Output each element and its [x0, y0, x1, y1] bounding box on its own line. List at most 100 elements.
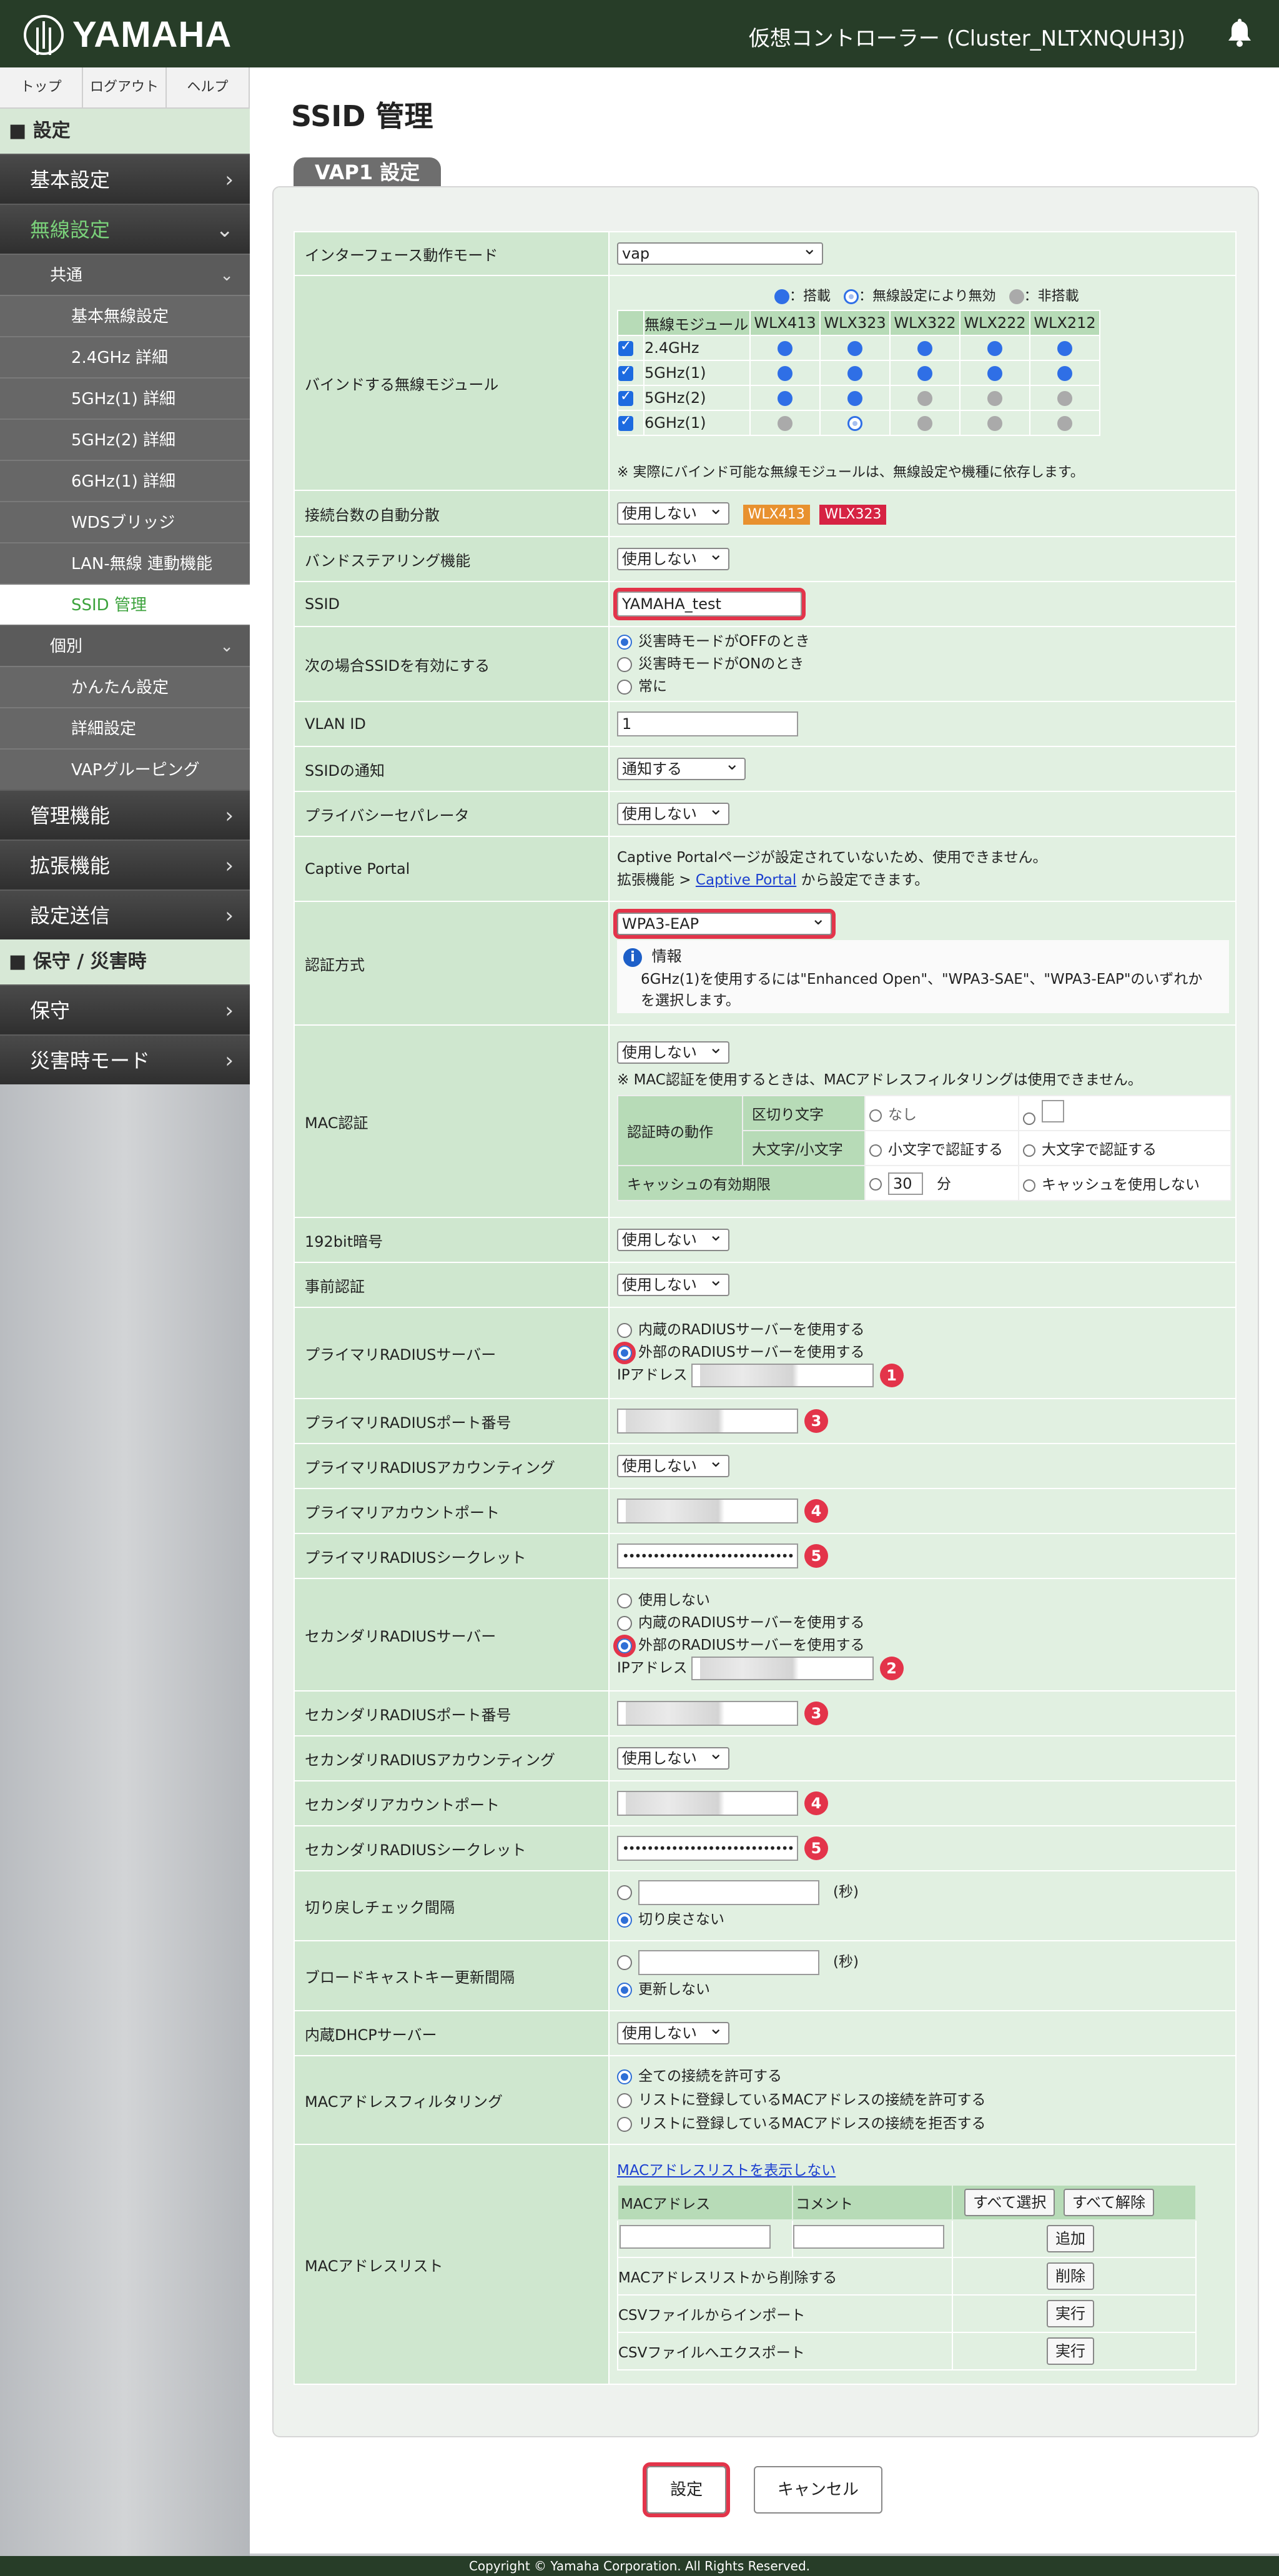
nav-help[interactable]: ヘルプ — [167, 67, 250, 107]
radio-icon[interactable] — [617, 1982, 632, 1998]
radio-icon[interactable] — [617, 1593, 632, 1608]
remove-button[interactable]: 削除 — [1047, 2262, 1094, 2290]
export-run-button[interactable]: 実行 — [1047, 2337, 1094, 2365]
secondary-port-input[interactable] — [617, 1701, 798, 1726]
radio-icon[interactable] — [617, 679, 632, 695]
add-button[interactable]: 追加 — [1047, 2225, 1094, 2252]
privacy-select[interactable]: 使用しない — [617, 799, 729, 825]
sidebar-item-ext[interactable]: 拡張機能 › — [0, 840, 250, 889]
dhcp-select[interactable]: 使用しない — [617, 2018, 729, 2044]
sidebar-item-wds[interactable]: WDSブリッジ — [0, 501, 250, 542]
bit192-select[interactable]: 使用しない — [617, 1225, 729, 1251]
bind-24ghz-checkbox[interactable] — [618, 339, 633, 356]
ssid-enable-always-option[interactable]: 常に — [617, 675, 1235, 698]
apply-button[interactable]: 設定 — [643, 2462, 731, 2517]
radio-icon[interactable] — [617, 2116, 632, 2132]
secondary-secret-input[interactable]: •••••••••••••••••••••••••••• — [617, 1836, 798, 1861]
auth-select[interactable]: WPA3-EAP — [613, 908, 836, 939]
nav-top[interactable]: トップ — [0, 67, 84, 107]
sidebar-group-common[interactable]: 共通 ⌄ — [0, 254, 250, 295]
sidebar-item-ssid[interactable]: SSID 管理 — [0, 583, 250, 625]
bind-5ghz2-checkbox[interactable] — [618, 389, 633, 406]
radio-icon[interactable] — [1023, 1144, 1035, 1157]
sidebar-item-6ghz1[interactable]: 6GHz(1) 詳細 — [0, 460, 250, 501]
secondary-acct-select[interactable]: 使用しない — [617, 1743, 729, 1770]
select-all-button[interactable]: すべて選択 — [964, 2189, 1055, 2216]
deselect-all-button[interactable]: すべて解除 — [1063, 2189, 1155, 2216]
delim-char-input[interactable] — [1042, 1100, 1064, 1122]
ssid-enable-on-option[interactable]: 災害時モードがONのとき — [617, 653, 1235, 675]
radio-icon[interactable] — [869, 1144, 882, 1157]
sidebar-item-send[interactable]: 設定送信 › — [0, 889, 250, 939]
auto-dist-select[interactable]: 使用しない — [617, 498, 729, 525]
sidebar-item-5ghz1[interactable]: 5GHz(1) 詳細 — [0, 377, 250, 419]
vlan-input[interactable]: 1 — [617, 711, 798, 736]
mac-filter-deny-list-option[interactable]: リストに登録しているMACアドレスの接続を拒否する — [617, 2112, 1235, 2136]
primary-internal-option[interactable]: 内蔵のRADIUSサーバーを使用する — [617, 1319, 1235, 1341]
sidebar-item-disaster[interactable]: 災害時モード › — [0, 1034, 250, 1084]
fallback-none-option[interactable]: 切り戻さない — [617, 1906, 1235, 1933]
radio-icon[interactable] — [617, 1954, 632, 1970]
mac-filter-allow-list-option[interactable]: リストに登録しているMACアドレスの接続を許可する — [617, 2088, 1235, 2112]
tab-vap1[interactable]: VAP1 設定 — [294, 157, 441, 186]
bind-6ghz1-checkbox[interactable] — [618, 414, 633, 431]
secondary-acct-port-input[interactable] — [617, 1791, 798, 1816]
hide-mac-list-link[interactable]: MACアドレスリストを表示しない — [617, 2162, 836, 2179]
fallback-interval-input[interactable] — [638, 1880, 819, 1905]
mac-filter-allow-all-option[interactable]: 全ての接続を許可する — [617, 2064, 1235, 2088]
sidebar-item-maint[interactable]: 保守 › — [0, 984, 250, 1034]
primary-port-input[interactable] — [617, 1409, 798, 1434]
radio-icon[interactable] — [1023, 1112, 1035, 1125]
import-run-button[interactable]: 実行 — [1047, 2300, 1094, 2327]
cache-input[interactable]: 30 — [888, 1172, 923, 1195]
band-steer-select[interactable]: 使用しない — [617, 544, 729, 570]
primary-secret-input[interactable]: •••••••••••••••••••••••••••• — [617, 1543, 798, 1568]
secondary-internal-option[interactable]: 内蔵のRADIUSサーバーを使用する — [617, 1612, 1235, 1634]
radio-icon[interactable] — [617, 634, 632, 650]
bcast-interval-input[interactable] — [638, 1949, 819, 1975]
cancel-button[interactable]: キャンセル — [753, 2466, 882, 2514]
sidebar-item-basic[interactable]: 基本設定 › — [0, 154, 250, 204]
radio-icon[interactable] — [617, 1912, 632, 1928]
radio-icon[interactable] — [869, 1109, 882, 1122]
radio-icon[interactable] — [617, 1885, 632, 1900]
ssid-enable-off-option[interactable]: 災害時モードがOFFのとき — [617, 630, 1235, 653]
sidebar-item-detail[interactable]: 詳細設定 — [0, 707, 250, 748]
secondary-none-option[interactable]: 使用しない — [617, 1589, 1235, 1612]
radio-icon[interactable] — [617, 2093, 632, 2108]
mac-address-input[interactable] — [620, 2225, 771, 2249]
sidebar-item-5ghz2[interactable]: 5GHz(2) 詳細 — [0, 419, 250, 460]
primary-external-option[interactable]: 外部のRADIUSサーバーを使用する — [613, 1341, 1235, 1364]
sidebar-item-wireless[interactable]: 無線設定 ⌄ — [0, 204, 250, 254]
sidebar-item-basic-wireless[interactable]: 基本無線設定 — [0, 295, 250, 336]
sidebar-item-lan-link[interactable]: LAN-無線 連動機能 — [0, 542, 250, 583]
ssid-input[interactable]: YAMAHA_test — [613, 588, 806, 620]
radio-icon[interactable] — [613, 1341, 636, 1364]
bcast-none-option[interactable]: 更新しない — [617, 1976, 1235, 2003]
radio-icon[interactable] — [1023, 1179, 1035, 1192]
sidebar-group-individual[interactable]: 個別 ⌄ — [0, 625, 250, 666]
preauth-select[interactable]: 使用しない — [617, 1270, 729, 1296]
sidebar-item-mgmt[interactable]: 管理機能 › — [0, 790, 250, 840]
ssid-notify-select[interactable]: 通知する — [617, 754, 746, 780]
radio-icon[interactable] — [617, 656, 632, 672]
mac-auth-select[interactable]: 使用しない — [617, 1038, 729, 1064]
radio-icon[interactable] — [617, 1615, 632, 1631]
yamaha-logo[interactable]: YAMAHA — [24, 14, 232, 56]
bind-5ghz1-checkbox[interactable] — [618, 364, 633, 381]
primary-acct-select[interactable]: 使用しない — [617, 1451, 729, 1477]
comment-input[interactable] — [793, 2225, 944, 2249]
bell-icon[interactable] — [1227, 19, 1253, 47]
nav-logout[interactable]: ログアウト — [83, 67, 167, 107]
captive-portal-link[interactable]: Captive Portal — [696, 872, 796, 888]
iface-mode-select[interactable]: vap — [617, 239, 823, 265]
radio-icon[interactable] — [617, 1322, 632, 1338]
primary-acct-port-input[interactable] — [617, 1499, 798, 1523]
secondary-external-option[interactable]: 外部のRADIUSサーバーを使用する — [613, 1634, 1235, 1657]
sidebar-item-vap-group[interactable]: VAPグルーピング — [0, 748, 250, 790]
radio-icon[interactable] — [617, 2069, 632, 2084]
radio-icon[interactable] — [869, 1178, 882, 1191]
radio-icon[interactable] — [613, 1634, 636, 1657]
sidebar-item-easy[interactable]: かんたん設定 — [0, 666, 250, 707]
sidebar-item-24ghz[interactable]: 2.4GHz 詳細 — [0, 336, 250, 377]
